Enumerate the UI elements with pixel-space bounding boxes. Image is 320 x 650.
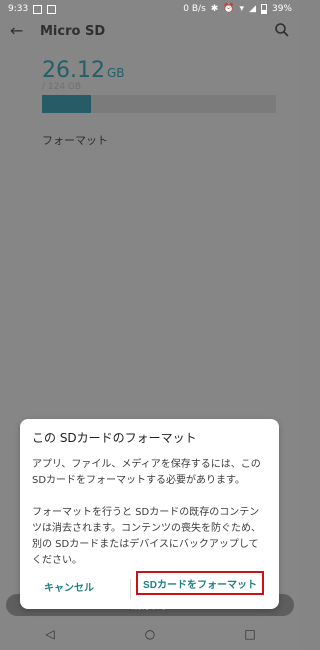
sim-icon [47, 4, 57, 14]
signal-icon: ◢ [249, 4, 256, 14]
dialog-paragraph-1: アプリ、ファイル、メディアを保存するには、この SDカードをフォーマットする必要… [32, 459, 261, 486]
toolbar: ← Micro SD [0, 18, 300, 44]
storage-usage-fill [42, 95, 92, 113]
nav-recents-icon[interactable]: □ [244, 628, 256, 640]
battery-percentage: 39% [271, 4, 292, 14]
storage-used-unit: GB [106, 66, 125, 80]
search-icon[interactable] [274, 22, 290, 38]
storage-usage-bar [42, 95, 276, 113]
wifi-icon: ▾ [239, 4, 245, 14]
status-bar: 9:33 0 B/s ✱ ⏰ ▾ ◢ 39% [0, 0, 300, 18]
nav-back-icon[interactable]: ◁ [44, 628, 56, 640]
gallery-icon [33, 4, 43, 14]
back-arrow-icon[interactable]: ← [10, 23, 26, 39]
battery-icon [260, 4, 267, 14]
bluetooth-icon: ✱ [210, 4, 219, 14]
storage-total: / 124 GB [42, 82, 82, 92]
dialog-title: この SDカードのフォーマット [32, 431, 197, 445]
dialog-button-divider [130, 579, 131, 599]
format-sd-dialog: この SDカードのフォーマット アプリ、ファイル、メディアを保存するには、この … [20, 419, 279, 609]
page-title: Micro SD [40, 23, 106, 39]
status-right: 0 B/s ✱ ⏰ ▾ ◢ 39% [183, 4, 292, 14]
status-left: 9:33 [8, 4, 57, 14]
storage-used-amount: 26.12 [42, 58, 105, 83]
format-sd-button[interactable]: SDカードをフォーマット [136, 571, 264, 595]
storage-used: 26.12 GB [42, 58, 125, 83]
nav-home-icon[interactable]: ○ [144, 628, 156, 640]
status-time: 9:33 [8, 4, 29, 14]
dialog-paragraph-2: フォーマットを行うと SDカードの既存のコンテンツは消去されます。コンテンツの喪… [32, 507, 261, 566]
status-data-speed: 0 B/s [183, 4, 206, 14]
alarm-icon: ⏰ [223, 4, 235, 14]
navigation-bar: ◁ ○ □ [0, 618, 300, 650]
format-menu-item[interactable]: フォーマット [42, 132, 108, 148]
cancel-button[interactable]: キャンセル [44, 579, 94, 594]
